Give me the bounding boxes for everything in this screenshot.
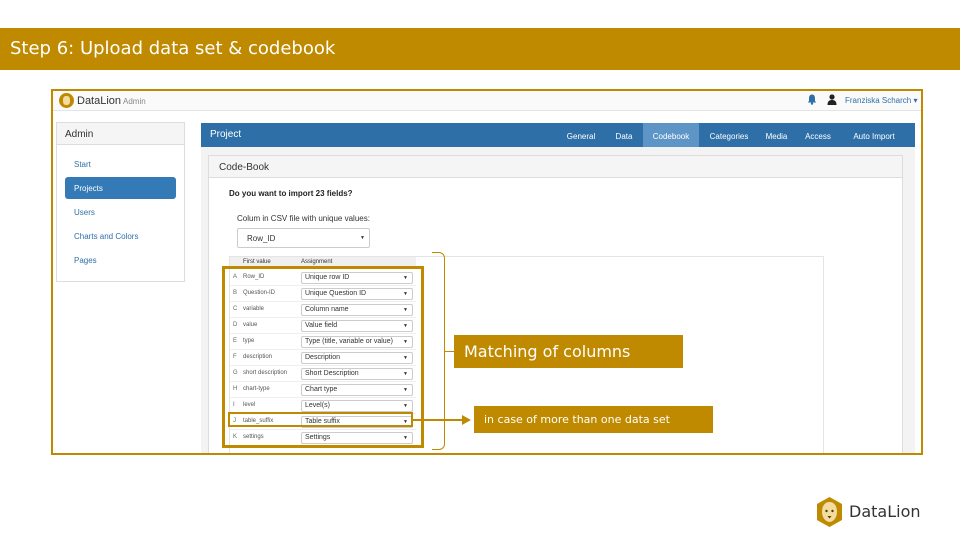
user-icon[interactable] — [827, 94, 837, 105]
panel-title: Project — [210, 129, 242, 140]
tab-codebook[interactable]: Codebook — [643, 123, 699, 147]
sidebar-item-users[interactable]: Users — [65, 201, 176, 223]
column-header-assignment: Assignment — [301, 259, 333, 265]
slide-header: Step 6: Upload data set & codebook — [0, 28, 960, 70]
sidebar-item-start[interactable]: Start — [65, 153, 176, 175]
sidebar-item-pages[interactable]: Pages — [65, 249, 176, 271]
unique-column-value: Row_ID — [247, 234, 276, 243]
tab-media[interactable]: Media — [760, 123, 793, 147]
brand-name[interactable]: DataLion — [77, 95, 121, 107]
import-question: Do you want to import 23 fields? — [229, 189, 353, 198]
admin-sidebar: Admin Start Projects Users Charts and Co… — [56, 122, 185, 282]
sidebar-item-projects[interactable]: Projects — [65, 177, 176, 199]
unique-column-label: Colum in CSV file with unique values: — [237, 214, 370, 223]
slide-title: Step 6: Upload data set & codebook — [10, 38, 336, 59]
tab-auto-import[interactable]: Auto Import — [845, 123, 903, 147]
unique-column-select[interactable]: Row_ID ▼ — [237, 228, 370, 248]
codebook-title: Code-Book — [209, 156, 902, 178]
chevron-down-icon: ▼ — [360, 235, 365, 241]
table-suffix-highlight-box — [228, 412, 413, 427]
tab-data[interactable]: Data — [610, 123, 638, 147]
user-menu[interactable]: Franziska Scharch ▾ — [845, 96, 917, 105]
datalion-footer-logo-icon — [817, 497, 842, 527]
tab-general[interactable]: General — [560, 123, 602, 147]
brand-sub: Admin — [123, 97, 146, 106]
footer-brand: DataLion — [849, 502, 921, 521]
tab-categories[interactable]: Categories — [704, 123, 754, 147]
screenshot-frame: DataLion Admin Franziska Scharch ▾ Admin… — [51, 89, 923, 455]
bracket-connector-line — [445, 351, 454, 352]
project-panel-header: Project General Data Codebook Categories… — [201, 123, 915, 147]
tab-access[interactable]: Access — [799, 123, 837, 147]
datalion-logo-icon[interactable] — [59, 93, 74, 108]
arrow-line — [413, 419, 463, 421]
arrow-right-icon — [462, 415, 471, 425]
bell-icon[interactable] — [807, 94, 817, 105]
sidebar-title: Admin — [57, 123, 184, 145]
sidebar-item-charts-and-colors[interactable]: Charts and Colors — [65, 225, 176, 247]
top-navbar: DataLion Admin Franziska Scharch ▾ — [53, 91, 921, 111]
matching-columns-callout: Matching of columns — [454, 335, 683, 368]
multiple-data-set-note: in case of more than one data set — [474, 406, 713, 433]
column-header-first-value: First value — [243, 259, 271, 265]
